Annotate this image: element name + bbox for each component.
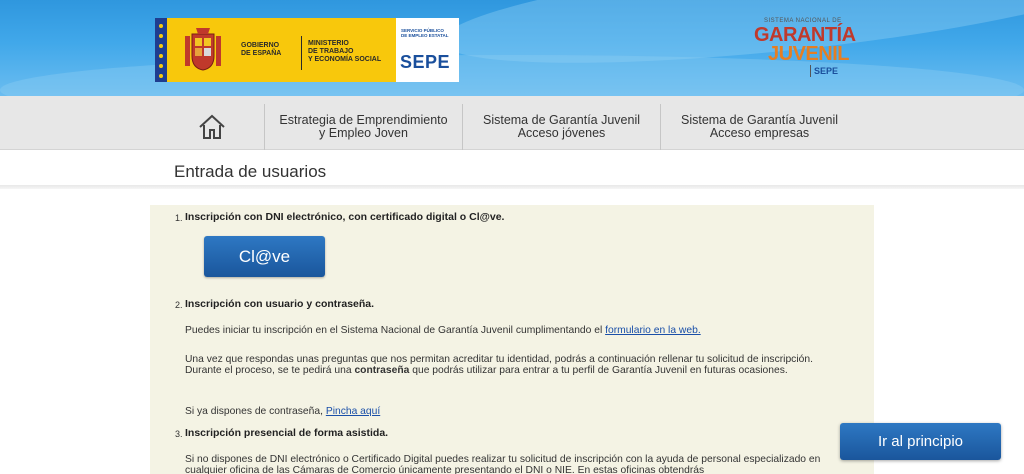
list-number: 2. [175,300,183,310]
page-title: Entrada de usuarios [174,162,327,181]
list-number: 1. [175,213,183,223]
logo-sepe: SEPE [814,66,839,76]
eu-flag-icon [155,18,167,82]
garantia-juvenil-logo[interactable]: SISTEMA NACIONAL DE GARANTÍA JUVENIL SEP… [752,18,864,82]
ministry-text: MINISTERIO DE TRABAJO Y ECONOMÍA SOCIAL [308,40,382,63]
nav-label: Estrategia de Emprendimiento y Empleo Jo… [279,113,448,140]
paragraph: Puedes iniciar tu inscripción en el Sist… [185,325,701,336]
sepe-wordmark: SEPE [400,52,451,72]
password-login-link[interactable]: Pincha aquí [326,406,380,417]
nav-acceso-empresas[interactable]: Sistema de Garantía Juvenil Acceso empre… [661,104,858,150]
clave-button[interactable]: Cl@ve [204,236,325,277]
paragraph: Una vez que respondas unas preguntas que… [185,354,813,376]
section-heading: Inscripción con usuario y contraseña. [185,298,375,310]
form-link[interactable]: formulario en la web. [605,325,701,336]
divider [301,36,302,70]
sepe-logo: SERVICIO PÚBLICO DE EMPLEO ESTATAL SEPE [394,18,459,82]
home-icon [199,114,225,139]
logo-title: JUVENIL [768,43,849,65]
gov-text: GOBIERNO DE ESPAÑA [241,42,282,57]
nav-acceso-jovenes[interactable]: Sistema de Garantía Juvenil Acceso jóven… [463,104,660,150]
nav-home[interactable] [160,104,264,150]
nav-label: Sistema de Garantía Juvenil Acceso jóven… [482,113,641,140]
coat-of-arms-icon [185,28,221,71]
nav-label: Sistema de Garantía Juvenil Acceso empre… [680,113,839,140]
list-number: 3. [175,429,183,439]
sepe-subtitle: SERVICIO PÚBLICO DE EMPLEO ESTATAL [401,28,449,38]
ministry-logo: GOBIERNO DE ESPAÑA MINISTERIO DE TRABAJO… [155,18,394,82]
back-to-top-button[interactable]: Ir al principio [840,423,1001,460]
government-logo[interactable]: GOBIERNO DE ESPAÑA MINISTERIO DE TRABAJO… [155,18,459,82]
title-divider [0,185,1024,189]
banner-decoration [0,55,1024,96]
main-nav: Estrategia de Emprendimiento y Empleo Jo… [0,96,1024,150]
divider [810,65,811,77]
nav-estrategia-emprendimiento[interactable]: Estrategia de Emprendimiento y Empleo Jo… [265,104,462,150]
section-heading: Inscripción presencial de forma asistida… [185,427,389,439]
header-banner: GOBIERNO DE ESPAÑA MINISTERIO DE TRABAJO… [0,0,1024,96]
section-heading: Inscripción con DNI electrónico, con cer… [185,211,505,223]
paragraph: Si ya dispones de contraseña, Pincha aqu… [185,406,381,417]
paragraph: Si no dispones de DNI electrónico o Cert… [185,454,821,474]
content-panel: 1. Inscripción con DNI electrónico, con … [150,205,874,474]
